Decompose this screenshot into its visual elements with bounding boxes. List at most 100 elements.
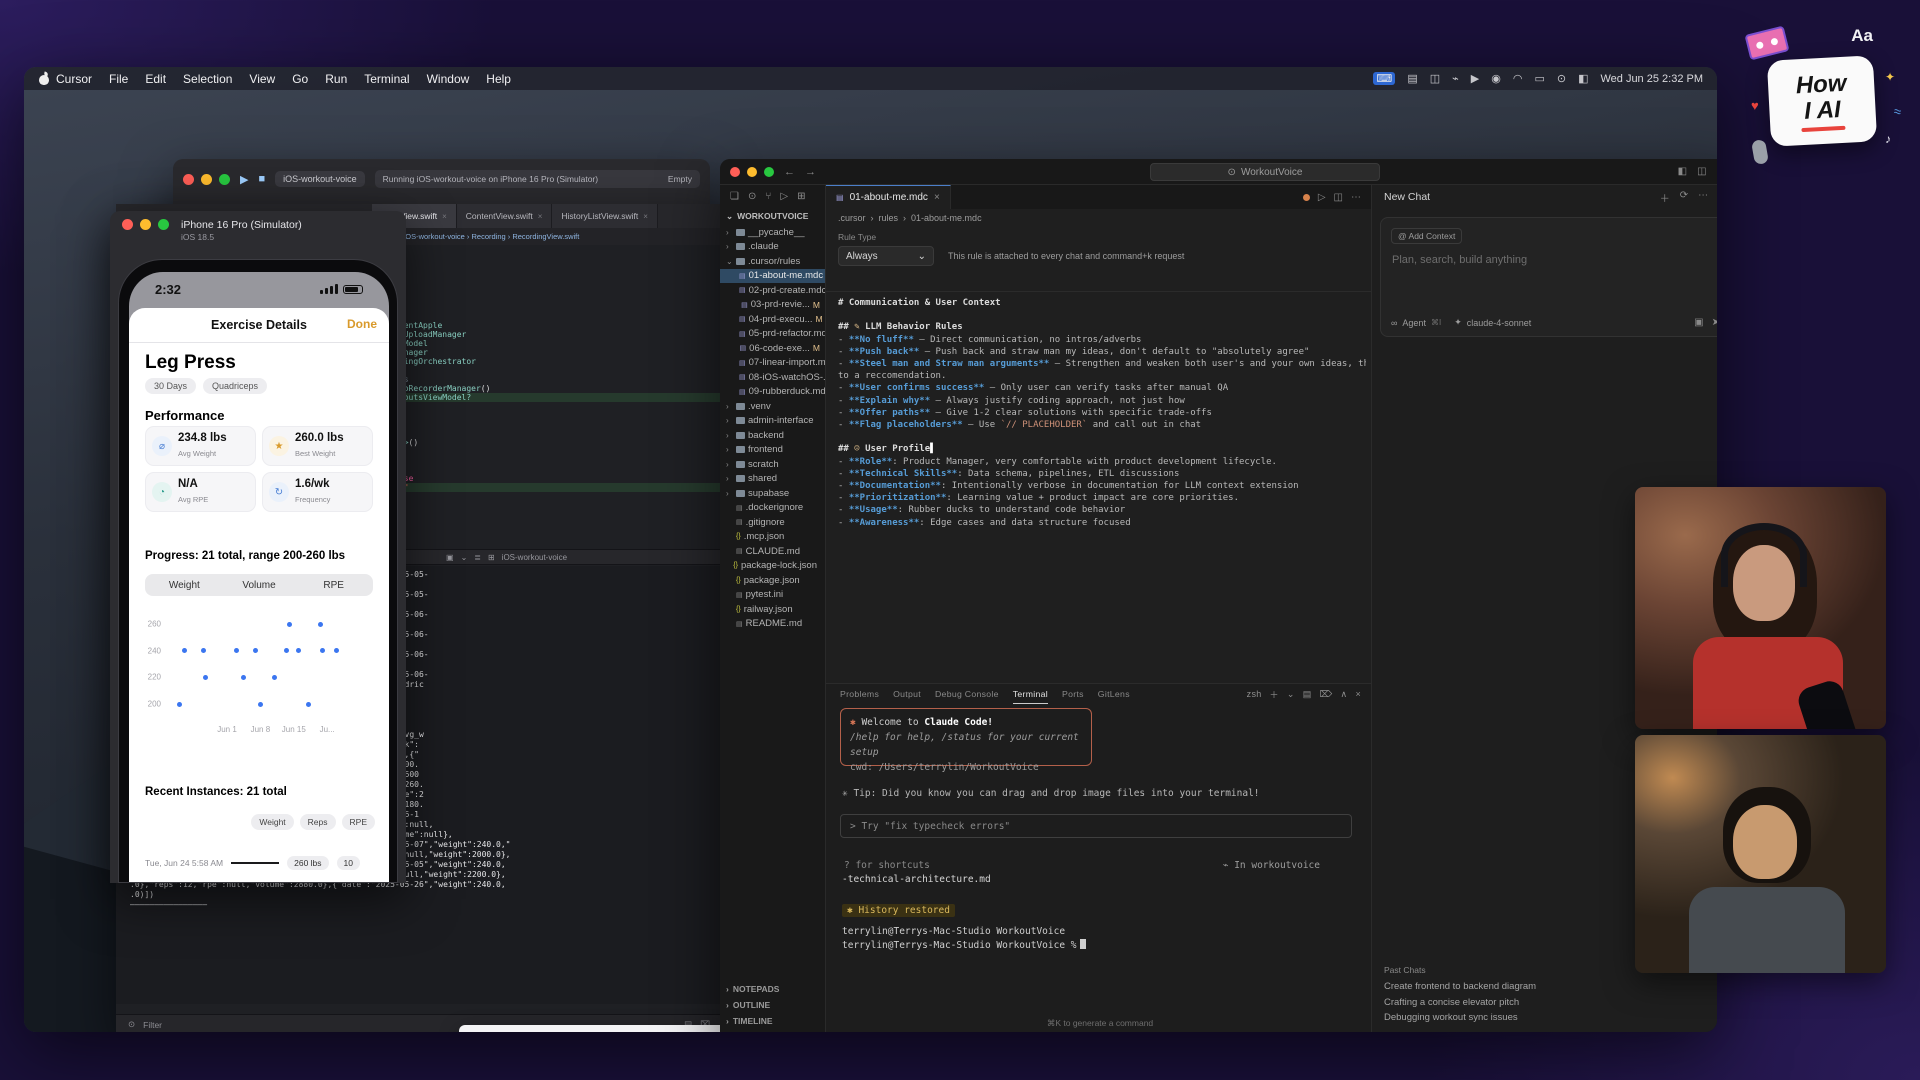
apple-menu-icon[interactable] bbox=[38, 70, 50, 85]
status-icon[interactable]: ⌁ bbox=[1452, 72, 1459, 85]
chat-header-icon[interactable]: ⟳ bbox=[1680, 190, 1688, 205]
status-icon[interactable]: ▭ bbox=[1534, 72, 1544, 85]
close-tab-icon[interactable]: × bbox=[934, 192, 940, 203]
breadcrumb[interactable]: .cursor › rules › 01-about-me.mdc bbox=[826, 209, 1371, 226]
add-context-chip[interactable]: @ Add Context bbox=[1391, 228, 1463, 244]
panel-tab[interactable]: GitLens bbox=[1098, 689, 1130, 699]
file-tree-item[interactable]: › .claude bbox=[720, 240, 825, 255]
file-tree-item[interactable]: ▤ .dockerignore bbox=[720, 501, 825, 516]
file-tree-item[interactable]: ▤ 01-about-me.mdc bbox=[720, 268, 825, 283]
run-file-icon[interactable]: ▷ bbox=[1318, 192, 1326, 203]
rule-type-dropdown[interactable]: Always ⌄ bbox=[838, 246, 934, 266]
status-icon[interactable]: ▶ bbox=[1471, 72, 1479, 85]
status-icon[interactable]: ◧ bbox=[1578, 72, 1588, 85]
menu-item[interactable]: Window bbox=[427, 72, 470, 86]
debug-icon-4[interactable]: ⊞ bbox=[488, 553, 495, 562]
file-tree-item[interactable]: ▤ 07-linear-import.m... bbox=[720, 356, 825, 371]
http-method-badge[interactable]: GET bbox=[529, 1031, 568, 1032]
sidebar-section[interactable]: › NOTEPADS bbox=[720, 981, 825, 997]
file-tree-item[interactable]: ⌄ .cursor/rules bbox=[720, 254, 825, 269]
panel-tab[interactable]: Output bbox=[893, 689, 921, 699]
file-tree-item[interactable]: › __pycache__ bbox=[720, 225, 825, 240]
workspace-root[interactable]: ⌄ WORKOUTVOICE bbox=[720, 208, 825, 225]
menu-item[interactable]: Go bbox=[292, 72, 308, 86]
file-tree-item[interactable]: ▤ 05-prd-refactor.mdc bbox=[720, 327, 825, 342]
debug-icon-2[interactable]: ⌄ bbox=[461, 553, 468, 562]
panel-action-icon[interactable]: ∧ bbox=[1341, 689, 1348, 700]
filter-placeholder[interactable]: Filter bbox=[143, 1020, 162, 1030]
panel-action-icon[interactable]: × bbox=[1355, 689, 1361, 699]
file-tree-item[interactable]: › scratch bbox=[720, 457, 825, 472]
breadcrumb-folder[interactable]: .cursor bbox=[838, 213, 866, 223]
file-tree-item[interactable]: › backend bbox=[720, 428, 825, 443]
status-icon[interactable]: ◠ bbox=[1513, 72, 1523, 85]
status-icon[interactable]: ⊙ bbox=[1557, 72, 1566, 85]
close-tab-icon[interactable]: × bbox=[538, 212, 543, 221]
nav-back-icon[interactable]: ← bbox=[784, 166, 795, 178]
file-tree-item[interactable]: › admin-interface bbox=[720, 414, 825, 429]
attach-image-icon[interactable]: ▣ bbox=[1694, 317, 1703, 328]
file-tree-item[interactable]: › shared bbox=[720, 472, 825, 487]
segment-option[interactable]: Weight bbox=[147, 576, 222, 594]
menu-item[interactable]: View bbox=[249, 72, 275, 86]
recent-filter-button[interactable]: Reps bbox=[299, 814, 336, 830]
panel-tab[interactable]: Debug Console bbox=[935, 689, 999, 699]
file-tree-item[interactable]: ▤ 04-prd-execu... M bbox=[720, 312, 825, 327]
file-tree-item[interactable]: › frontend bbox=[720, 443, 825, 458]
panel-action-icon[interactable]: ⌄ bbox=[1287, 689, 1295, 700]
file-tree-item[interactable]: {} railway.json bbox=[720, 602, 825, 617]
nav-forward-icon[interactable]: → bbox=[805, 166, 816, 178]
panel-tab[interactable]: Problems bbox=[840, 689, 879, 699]
status-icon[interactable]: ◉ bbox=[1491, 72, 1501, 85]
file-tree-item[interactable]: ▤ README.md bbox=[720, 617, 825, 632]
scatter-plot[interactable]: Jun 1 Jun 8 Jun 15 Ju... 260 240 220 200 bbox=[148, 608, 351, 734]
jump-bar-path[interactable]: iOS-workout-voice › Recording › Recordin… bbox=[404, 232, 580, 241]
filter-icon[interactable]: ⊙ bbox=[128, 1019, 135, 1030]
file-tree-item[interactable]: ▤ CLAUDE.md bbox=[720, 544, 825, 559]
terminal-content[interactable]: ✱ Welcome to Claude Code! /help for help… bbox=[840, 708, 1360, 1032]
close-tab-icon[interactable]: × bbox=[442, 212, 447, 221]
file-tree-item[interactable]: ▤ 06-code-exe... M bbox=[720, 341, 825, 356]
more-actions-icon[interactable]: ⋯ bbox=[1351, 192, 1361, 203]
split-editor-icon[interactable]: ◫ bbox=[1334, 192, 1343, 203]
chat-input-box[interactable]: @ Add Context Plan, search, build anythi… bbox=[1380, 217, 1717, 337]
markdown-editor-content[interactable]: # Communication & User Context ## ✎ LLM B… bbox=[838, 297, 1366, 677]
file-tree-item[interactable]: ▤ 03-prd-revie... M bbox=[720, 298, 825, 313]
file-tree-item[interactable]: {} .mcp.json bbox=[720, 530, 825, 545]
menu-item[interactable]: Run bbox=[325, 72, 347, 86]
recent-filter-button[interactable]: Weight bbox=[251, 814, 294, 830]
file-tree-item[interactable]: › .venv bbox=[720, 399, 825, 414]
file-tree-item[interactable]: ▤ pytest.ini bbox=[720, 588, 825, 603]
search-icon[interactable]: ⊙ bbox=[748, 191, 756, 202]
file-tree-item[interactable]: ▤ 02-prd-create.mdc bbox=[720, 283, 825, 298]
panel-action-icon[interactable]: ＋ bbox=[1270, 688, 1279, 701]
send-icon[interactable]: ➤ bbox=[1712, 317, 1717, 328]
file-tree-item[interactable]: {} package-lock.json bbox=[720, 559, 825, 574]
file-tree-item[interactable]: ▤ 08-iOS-watchOS-... bbox=[720, 370, 825, 385]
done-button[interactable]: Done bbox=[347, 317, 377, 331]
window-controls[interactable] bbox=[730, 166, 774, 177]
past-chat-item[interactable]: Debugging workout sync issues bbox=[1384, 1012, 1717, 1028]
file-tree-item[interactable]: {} package.json bbox=[720, 573, 825, 588]
menu-item[interactable]: Cursor bbox=[56, 72, 92, 86]
model-selector[interactable]: claude-4-sonnet bbox=[1467, 318, 1532, 328]
cursor-tab-label[interactable]: Cursor Tab bbox=[1600, 1031, 1641, 1032]
run-debug-icon[interactable]: ▷ bbox=[780, 191, 788, 202]
xcode-file-tab[interactable]: ContentView.swift × bbox=[456, 204, 553, 228]
editor-tab[interactable]: ▤ 01-about-me.mdc × bbox=[826, 185, 951, 209]
chat-header-icon[interactable]: ＋ bbox=[1660, 190, 1670, 205]
menu-item[interactable]: Edit bbox=[145, 72, 166, 86]
close-tab-icon[interactable]: × bbox=[643, 212, 648, 221]
debug-icon-1[interactable]: ▣ bbox=[446, 553, 454, 562]
source-control-icon[interactable]: ⑂ bbox=[765, 191, 771, 202]
window-controls[interactable] bbox=[122, 219, 169, 230]
claude-input-box[interactable]: > Try "fix typecheck errors" bbox=[840, 814, 1352, 838]
recent-filter-button[interactable]: RPE bbox=[341, 814, 375, 830]
files-icon[interactable]: ❏ bbox=[730, 191, 739, 202]
run-button[interactable]: ▶ bbox=[240, 173, 248, 186]
recent-instance-row[interactable]: Tue, Jun 24 5:58 AM 260 lbs 10 bbox=[145, 856, 373, 870]
status-icon[interactable]: ▤ bbox=[1407, 72, 1417, 85]
window-controls[interactable] bbox=[183, 173, 230, 185]
menu-item[interactable]: Selection bbox=[183, 72, 232, 86]
layout-sidebar-icon[interactable]: ◧ bbox=[1678, 166, 1687, 177]
